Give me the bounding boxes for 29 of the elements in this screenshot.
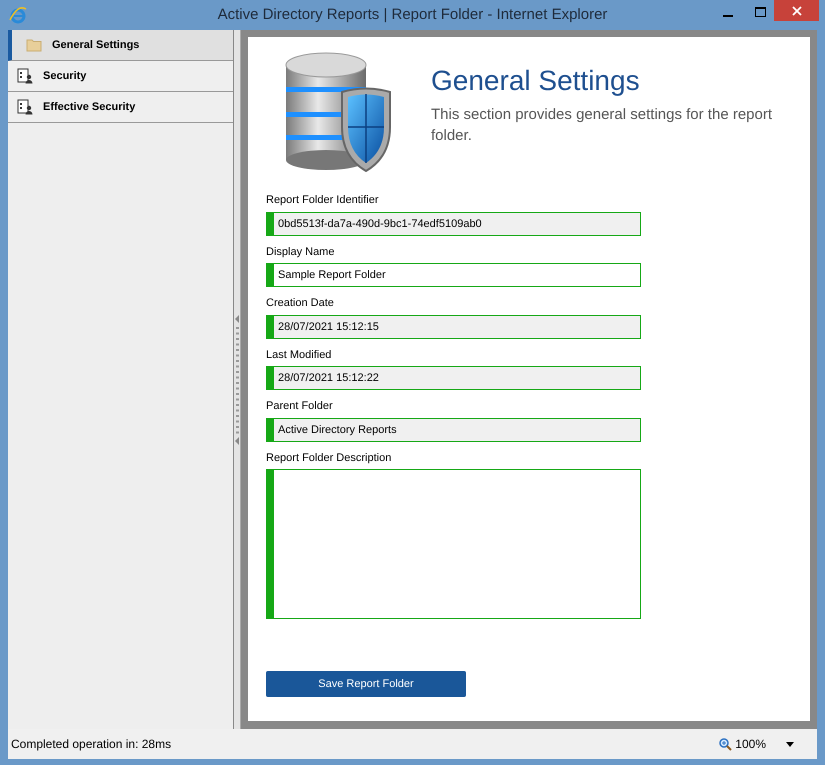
text-field[interactable]: 28/07/2021 15:12:22 xyxy=(266,366,641,390)
user-list-icon xyxy=(17,68,33,84)
field-label: Report Folder Identifier xyxy=(266,193,380,208)
browser-logo-icon xyxy=(9,6,27,24)
status-message: Completed operation in: 28ms xyxy=(11,736,172,753)
close-button[interactable] xyxy=(774,0,819,21)
dropdown-caret-icon[interactable] xyxy=(786,742,794,746)
field-label: Last Modified xyxy=(266,348,332,362)
folder-icon xyxy=(26,38,42,52)
window-title: Active Directory Reports | Report Folder - Internet Explorer xyxy=(218,4,608,25)
text-field[interactable]: 0bd5513f-da7a-490d-9bc1-74edf5109ab0 xyxy=(266,212,641,236)
maximize-icon xyxy=(754,7,766,17)
description-field[interactable] xyxy=(266,469,641,619)
save-button[interactable]: Save Report Folder xyxy=(266,671,466,697)
user-list-icon xyxy=(17,99,33,115)
text-field[interactable]: Sample Report Folder xyxy=(266,263,641,287)
text-field[interactable]: 28/07/2021 15:12:15 xyxy=(266,314,641,338)
minimize-icon xyxy=(723,15,733,17)
section-description: This section provides general settings for the report folder. xyxy=(431,105,774,146)
close-icon xyxy=(792,6,802,16)
field-label: Parent Folder xyxy=(266,399,334,414)
field-label: Report Folder Description xyxy=(266,450,392,466)
text-field[interactable]: Active Directory Reports xyxy=(266,418,641,442)
zoom-icon xyxy=(719,738,732,750)
sidebar-item[interactable]: General Settings xyxy=(8,30,233,61)
field-label: Display Name xyxy=(266,244,336,260)
field-label: Creation Date xyxy=(266,296,335,311)
zoom-control[interactable]: 100% xyxy=(719,735,766,753)
section-title: General Settings xyxy=(431,64,641,98)
